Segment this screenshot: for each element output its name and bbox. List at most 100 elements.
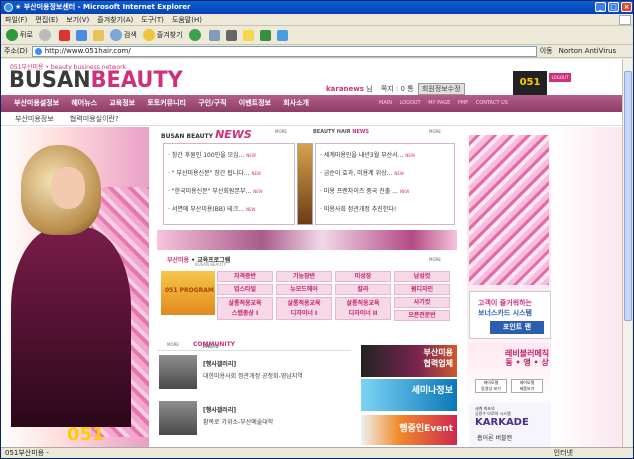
list-item[interactable]: · 금순이 효과, 미용계 위상... NEW — [320, 168, 404, 177]
bonus-card-ad[interactable]: 고객이 즐거워하는 보너스카드 시스템 포인트 랜 — [469, 291, 551, 339]
nav-item-events[interactable]: 이벤트정보 — [234, 95, 276, 112]
stop-button[interactable] — [57, 27, 72, 43]
subnav-pmp[interactable]: PMP — [455, 100, 471, 106]
community-thumbnail[interactable] — [159, 401, 197, 435]
program-cell[interactable]: 펌디자인 — [394, 284, 450, 295]
message-count[interactable]: 쪽지 : 0 통 — [381, 85, 414, 93]
community-item-title[interactable]: [행사갤러리] — [203, 405, 236, 414]
event-banner[interactable]: 행중인Event — [361, 415, 457, 445]
history-icon — [188, 29, 201, 41]
program-cell[interactable]: 오픈전문반 — [394, 310, 450, 321]
nav-item-jobs[interactable]: 구인/구직 — [193, 95, 231, 112]
list-item[interactable]: · 세계미용인을 내년3월 부산서... NEW — [320, 150, 415, 159]
list-item[interactable]: · 서면에 부산미용(BB) 테크... NEW — [168, 204, 255, 213]
forward-button[interactable] — [37, 27, 55, 43]
list-item[interactable]: · " 부산미용신문" 창간 됩니다... NEW — [168, 168, 261, 177]
program-cell[interactable]: 뉴모드헤어 — [276, 284, 332, 295]
badge-051: 051 — [513, 71, 547, 95]
maximize-button[interactable]: □ — [608, 2, 619, 12]
minimize-button[interactable]: _ — [595, 2, 606, 12]
list-item[interactable]: · 미용사회 정관개정 추진한다! — [320, 204, 396, 213]
search-icon — [109, 29, 122, 41]
list-item[interactable]: · "한국미용신문" 부산회원본부... NEW — [168, 186, 263, 195]
crumb-1[interactable]: 부산미용정보 — [15, 115, 54, 123]
toolbar: 뒤로 검색 즐겨찾기 — [1, 26, 633, 45]
menu-bar: 파일(F) 편집(E) 보기(V) 즐겨찾기(A) 도구(T) 도움말(H) — [1, 14, 633, 26]
scroll-thumb[interactable] — [624, 71, 632, 321]
news-more-link[interactable]: MORE — [275, 129, 287, 134]
program-cell[interactable]: 남성컷 — [394, 271, 450, 282]
list-item[interactable]: · 창간 후원인 100인을 모십... NEW — [168, 150, 256, 159]
community-section: MORE PHOTO COMMUNITY [행사갤러리] 대한미용사회 정관개정… — [157, 339, 351, 449]
crumb-2[interactable]: 협력미용실이란? — [70, 115, 119, 123]
close-button[interactable]: × — [621, 2, 632, 12]
security-zone: 인터넷 — [553, 449, 573, 457]
menu-file[interactable]: 파일(F) — [1, 14, 31, 26]
program-cell[interactable]: 사기컷 — [394, 297, 450, 308]
search-button[interactable]: 검색 — [108, 27, 139, 43]
nav-item-hairnews[interactable]: 헤어뉴스 — [66, 95, 102, 112]
community-more-link[interactable]: MORE — [167, 342, 179, 347]
logout-button[interactable]: LOGOUT — [549, 73, 571, 82]
forward-arrow-icon — [38, 29, 51, 41]
hair-model-product-button[interactable]: 헤어모델 제품보기 — [511, 379, 543, 393]
menu-view[interactable]: 보기(V) — [62, 14, 93, 26]
karkade-ad[interactable]: 세계 최초의 공용수 아로마 시스템 KARKADE 흡어론 버블캔 — [469, 403, 551, 447]
edit-profile-button[interactable]: 회원정보수정 — [417, 83, 465, 95]
community-thumbnail[interactable] — [159, 355, 197, 389]
history-button[interactable] — [187, 27, 205, 43]
nav-item-education[interactable]: 교육정보 — [104, 95, 140, 112]
hair-news-more-link[interactable]: MORE — [429, 129, 441, 134]
back-button[interactable]: 뒤로 — [4, 27, 35, 43]
seminar-banner[interactable]: 세미나정보 — [361, 379, 457, 411]
program-cell[interactable]: 살롱적응교육 스텝총상 I — [217, 297, 273, 320]
refresh-button[interactable] — [74, 27, 89, 43]
subnav-mypage[interactable]: MY PAGE — [425, 100, 453, 106]
community-item-text[interactable]: 황복로 가위소-부산예술대학 — [203, 417, 273, 426]
subnav-logout[interactable]: LOGOUT — [397, 100, 424, 106]
menu-edit[interactable]: 편집(E) — [31, 14, 62, 26]
status-text: 051부산미용 - — [5, 449, 49, 457]
community-item-title[interactable]: [행사갤러리] — [203, 359, 236, 368]
program-more-link[interactable]: MORE — [429, 257, 441, 262]
program-section: 부산미용 • 교육프로그램 BUSAN BEAUTY MORE 051 PROG… — [157, 255, 457, 333]
program-cell[interactable]: 기능장반 — [276, 271, 332, 282]
title-bar: ★ 부산미용정보센터 - Microsoft Internet Explorer… — [1, 1, 633, 14]
hair-photo-banner[interactable] — [157, 230, 457, 250]
community-item-text[interactable]: 대한미용사회 정관개정 공청회-영남지역 — [203, 371, 303, 380]
vertical-scrollbar[interactable] — [622, 59, 632, 449]
research-button[interactable] — [275, 27, 290, 43]
favorites-button[interactable]: 즐겨찾기 — [141, 27, 185, 43]
main-nav: 부산미용설정보 헤어뉴스 교육정보 토토커뮤니티 구인/구직 이벤트정보 회사소… — [1, 95, 623, 112]
program-cell[interactable]: 자격증반 — [217, 271, 273, 282]
menu-help[interactable]: 도움말(H) — [168, 14, 206, 26]
program-cell[interactable]: 살롱적응교육 디자이너 I — [276, 297, 332, 320]
print-button[interactable] — [224, 27, 239, 43]
model-body — [11, 227, 131, 427]
mail-button[interactable] — [207, 27, 222, 43]
subnav-main[interactable]: MAIN — [376, 100, 395, 106]
page-viewport: 051부산미용 • beauty business network BUSANB… — [1, 59, 623, 449]
messenger-button[interactable] — [258, 27, 273, 43]
edit-button[interactable] — [241, 27, 256, 43]
program-cell[interactable]: 살롱적응교육 디자이너 II — [335, 297, 391, 320]
nav-item-info[interactable]: 부산미용설정보 — [9, 95, 64, 112]
video-ad[interactable]: 레비블러메직 동 • 앵 • 상 헤어모델 동영상 보기 헤어모델 제품보기 — [469, 343, 551, 399]
hair-model-video-button[interactable]: 헤어모델 동영상 보기 — [475, 379, 507, 393]
subnav-contact[interactable]: CONTACT US — [473, 100, 511, 106]
program-cell[interactable]: 칼라 — [335, 284, 391, 295]
partner-banner[interactable]: 부산미용 협력업체 — [361, 345, 457, 377]
program-cell[interactable]: 미성장 — [335, 271, 391, 282]
go-button[interactable]: 이동 — [540, 46, 553, 56]
address-input[interactable]: http://www.051hair.com/ — [31, 45, 537, 57]
site-logo[interactable]: BUSANBEAUTY — [9, 68, 183, 93]
norton-link[interactable]: Norton AntiVirus — [559, 47, 617, 55]
list-item[interactable]: · 미용 프랜차이즈 중국 진출 ... NEW — [320, 186, 409, 195]
nav-item-community[interactable]: 토토커뮤니티 — [142, 95, 191, 112]
home-button[interactable] — [91, 27, 106, 43]
menu-tools[interactable]: 도구(T) — [137, 14, 168, 26]
browser-window: ★ 부산미용정보센터 - Microsoft Internet Explorer… — [0, 0, 634, 459]
nav-item-about[interactable]: 회사소개 — [278, 95, 314, 112]
menu-favorites[interactable]: 즐겨찾기(A) — [93, 14, 137, 26]
program-cell[interactable]: 업스타일 — [217, 284, 273, 295]
